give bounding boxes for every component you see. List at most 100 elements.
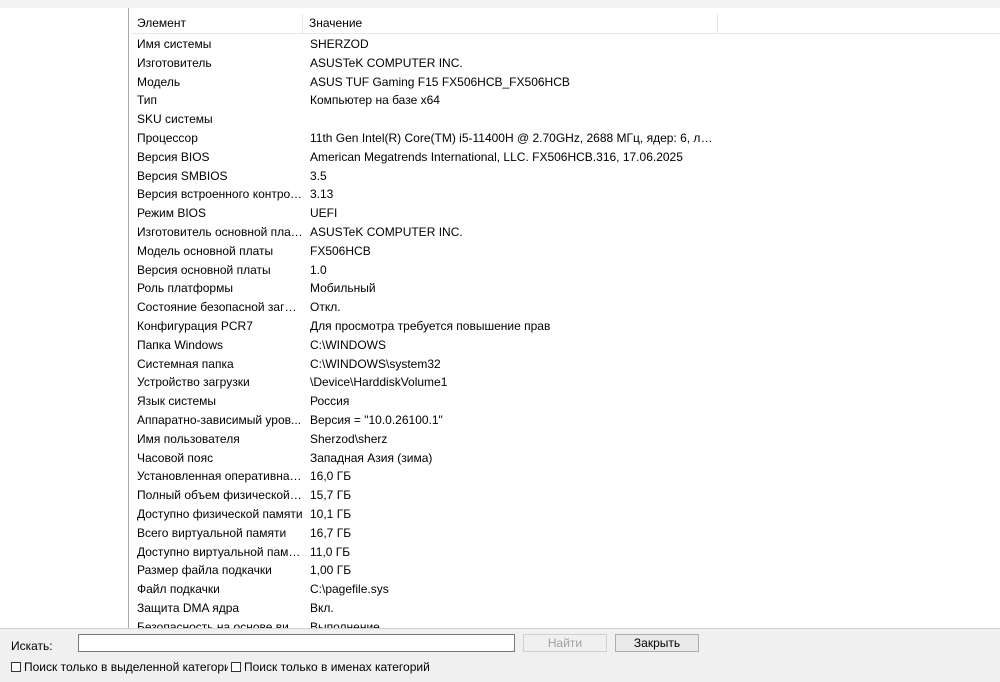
checkbox-box[interactable] <box>11 662 21 672</box>
table-row[interactable]: Имя пользователя Sherzod\sherz <box>131 430 1000 449</box>
table-row[interactable]: Безопасность на основе вир... Выполнение <box>131 618 1000 628</box>
table-row[interactable]: Полный объем физической ... 15,7 ГБ <box>131 486 1000 505</box>
checkbox-box[interactable] <box>231 662 241 672</box>
table-row[interactable]: Тип Компьютер на базе x64 <box>131 91 1000 110</box>
row-item: Состояние безопасной загру... <box>137 300 303 315</box>
row-value: SHERZOD <box>310 37 369 51</box>
table-row[interactable]: Изготовитель ASUSTeK COMPUTER INC. <box>131 54 1000 73</box>
row-item: Установленная оперативная... <box>137 469 303 484</box>
row-item: Тип <box>137 93 158 108</box>
row-value: 1.0 <box>310 262 327 277</box>
only-category-names-checkbox[interactable]: Поиск только в именах категорий <box>231 659 430 675</box>
details-list[interactable]: Элемент Значение Имя системы SHERZOD Изгот… <box>131 8 1000 628</box>
row-item: Всего виртуальной памяти <box>137 525 287 540</box>
find-button[interactable]: Найти <box>523 634 607 652</box>
table-row[interactable]: Аппаратно-зависимый уров... Версия = "10.… <box>131 411 1000 430</box>
row-value: Россия <box>310 394 350 409</box>
table-row[interactable]: Имя системы SHERZOD <box>131 35 1000 54</box>
row-item: SKU системы <box>137 112 213 127</box>
column-header-item[interactable]: Элемент <box>131 14 303 33</box>
table-row[interactable]: Роль платформы Мобильный <box>131 279 1000 298</box>
table-row[interactable]: Изготовитель основной платы ASUSTeK COMPU… <box>131 223 1000 242</box>
row-item: Системная папка <box>137 356 234 371</box>
search-panel: Искать: Найти Закрыть Поиск только в выд… <box>0 628 1000 682</box>
row-value: FX506HCB <box>310 243 371 258</box>
table-row[interactable]: Доступно виртуальной памя... 11,0 ГБ <box>131 543 1000 562</box>
row-value: 16,7 ГБ <box>310 525 352 540</box>
table-row[interactable]: SKU системы <box>131 110 1000 129</box>
row-item: Аппаратно-зависимый уров... <box>137 412 302 427</box>
column-header-value[interactable]: Значение <box>303 14 718 33</box>
row-item: Версия SMBIOS <box>137 168 228 183</box>
row-value: 11th Gen Intel(R) Core(TM) i5-11400H @ 2… <box>310 130 718 145</box>
row-value: 3.13 <box>310 187 334 202</box>
row-value: Мобильный <box>310 281 376 296</box>
table-row[interactable]: Доступно физической памяти 10,1 ГБ <box>131 505 1000 524</box>
row-value: Версия = "10.0.26100.1" <box>310 412 443 427</box>
row-item: Версия основной платы <box>137 262 271 277</box>
row-value: ASUSTeK COMPUTER INC. <box>310 224 463 239</box>
row-item: Модель основной платы <box>137 243 274 258</box>
row-value: C:\pagefile.sys <box>310 582 389 597</box>
table-row[interactable]: Модель основной платы FX506HCB <box>131 242 1000 261</box>
table-row[interactable]: Язык системы Россия <box>131 392 1000 411</box>
row-item: Версия встроенного контрол... <box>137 187 303 202</box>
table-row[interactable]: Конфигурация PCR7 Для просмотра требуется… <box>131 317 1000 336</box>
row-item: Полный объем физической ... <box>137 488 303 503</box>
row-item: Имя пользователя <box>137 431 240 446</box>
table-row[interactable]: Процессор 11th Gen Intel(R) Core(TM) i5-1… <box>131 129 1000 148</box>
table-row[interactable]: Версия SMBIOS 3.5 <box>131 167 1000 186</box>
table-row[interactable]: Размер файла подкачки 1,00 ГБ <box>131 561 1000 580</box>
row-item: Размер файла подкачки <box>137 563 272 578</box>
search-input[interactable] <box>78 634 515 652</box>
row-value: 10,1 ГБ <box>310 506 352 521</box>
row-item: Устройство загрузки <box>137 375 250 390</box>
row-item: Файл подкачки <box>137 582 220 597</box>
table-row[interactable]: Всего виртуальной памяти 16,7 ГБ <box>131 524 1000 543</box>
row-item: Изготовитель <box>137 55 212 70</box>
table-row[interactable]: Системная папка C:\WINDOWS\system32 <box>131 355 1000 374</box>
category-tree-pane[interactable] <box>0 8 129 628</box>
table-row[interactable]: Версия основной платы 1.0 <box>131 261 1000 280</box>
row-item: Версия BIOS <box>137 149 210 164</box>
table-row[interactable]: Состояние безопасной загру... Откл. <box>131 298 1000 317</box>
table-row[interactable]: Версия BIOS American Megatrends Internati… <box>131 148 1000 167</box>
row-item: Часовой пояс <box>137 450 214 465</box>
row-value: 15,7 ГБ <box>310 488 352 503</box>
close-button[interactable]: Закрыть <box>615 634 699 652</box>
table-row[interactable]: Устройство загрузки \Device\HarddiskVolum… <box>131 373 1000 392</box>
row-item: Конфигурация PCR7 <box>137 318 253 333</box>
row-item: Имя системы <box>137 37 212 51</box>
list-rows: Имя системы SHERZOD Изготовитель ASUSTeK CO… <box>131 35 1000 628</box>
row-value: Компьютер на базе x64 <box>310 93 440 108</box>
row-value: 11,0 ГБ <box>310 544 351 559</box>
row-value: 16,0 ГБ <box>310 469 352 484</box>
list-header: Элемент Значение <box>131 14 1000 34</box>
row-value: C:\WINDOWS <box>310 337 386 352</box>
row-value: American Megatrends International, LLC. … <box>310 149 683 164</box>
row-value: UEFI <box>310 206 338 221</box>
window-top-edge <box>0 0 1000 8</box>
row-value: ASUS TUF Gaming F15 FX506HCB_FX506HCB <box>310 74 570 89</box>
row-value: 1,00 ГБ <box>310 563 352 578</box>
table-row[interactable]: Версия встроенного контрол... 3.13 <box>131 185 1000 204</box>
row-value: Выполнение <box>310 619 380 628</box>
table-row[interactable]: Режим BIOS UEFI <box>131 204 1000 223</box>
search-label: Искать: <box>11 639 53 653</box>
table-row[interactable]: Файл подкачки C:\pagefile.sys <box>131 580 1000 599</box>
only-selected-category-checkbox[interactable]: Поиск только в выделенной категории <box>11 659 228 675</box>
table-row[interactable]: Защита DMA ядра Вкл. <box>131 599 1000 618</box>
row-item: Безопасность на основе вир... <box>137 619 303 628</box>
table-row[interactable]: Папка Windows C:\WINDOWS <box>131 336 1000 355</box>
row-value: C:\WINDOWS\system32 <box>310 356 441 371</box>
row-value: 3.5 <box>310 168 327 183</box>
row-item: Процессор <box>137 130 198 145</box>
table-row[interactable]: Установленная оперативная... 16,0 ГБ <box>131 467 1000 486</box>
row-item: Режим BIOS <box>137 206 207 221</box>
table-row[interactable]: Часовой пояс Западная Азия (зима) <box>131 449 1000 468</box>
row-value: Откл. <box>310 300 341 315</box>
row-value: Для просмотра требуется повышение прав <box>310 318 551 333</box>
row-item: Доступно физической памяти <box>137 506 303 521</box>
row-value: ASUSTeK COMPUTER INC. <box>310 55 463 70</box>
table-row[interactable]: Модель ASUS TUF Gaming F15 FX506HCB_FX506… <box>131 73 1000 92</box>
